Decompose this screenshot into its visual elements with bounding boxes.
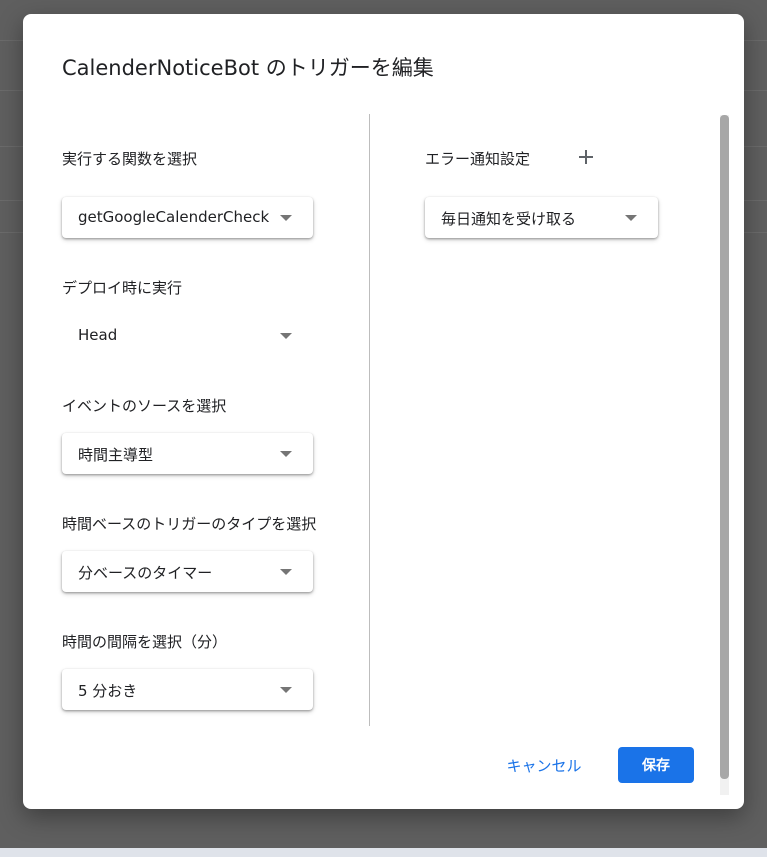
deployment-select-value: Head — [78, 326, 118, 344]
event-source-select[interactable]: 時間主導型 — [62, 433, 313, 474]
trigger-type-select-value: 分ベースのタイマー — [78, 564, 213, 582]
function-select-label: 実行する関数を選択 — [62, 150, 198, 168]
dropdown-arrow-icon — [280, 333, 292, 339]
interval-select-value: 5 分おき — [78, 682, 138, 700]
function-select[interactable]: getGoogleCalenderCheck — [62, 197, 313, 238]
dropdown-arrow-icon — [280, 569, 292, 575]
event-source-select-label: イベントのソースを選択 — [62, 397, 227, 415]
interval-select-label: 時間の間隔を選択（分） — [62, 633, 228, 651]
error-notification-select-value: 毎日通知を受け取る — [441, 210, 577, 228]
cancel-button[interactable]: キャンセル — [493, 747, 595, 783]
save-button[interactable]: 保存 — [618, 747, 694, 783]
deployment-select[interactable]: Head — [62, 315, 313, 356]
edit-trigger-dialog: CalenderNoticeBot のトリガーを編集 実行する関数を選択 get… — [23, 14, 744, 809]
deployment-select-label: デプロイ時に実行 — [62, 279, 183, 297]
dropdown-arrow-icon — [280, 451, 292, 457]
dialog-title: CalenderNoticeBot のトリガーを編集 — [62, 56, 434, 80]
dropdown-arrow-icon — [280, 687, 292, 693]
dropdown-arrow-icon — [280, 215, 292, 221]
dropdown-arrow-icon — [625, 215, 637, 221]
page-bottom-strip — [0, 848, 767, 857]
error-notification-label: エラー通知設定 — [425, 150, 531, 168]
add-notification-plus-icon[interactable] — [577, 148, 595, 166]
interval-select[interactable]: 5 分おき — [62, 669, 313, 710]
dialog-scrollbar[interactable] — [720, 115, 729, 795]
function-select-value: getGoogleCalenderCheck — [78, 208, 270, 226]
event-source-select-value: 時間主導型 — [78, 446, 154, 464]
trigger-type-select-label: 時間ベースのトリガーのタイプを選択 — [62, 515, 317, 533]
error-notification-select[interactable]: 毎日通知を受け取る — [425, 197, 658, 238]
scrollbar-thumb[interactable] — [720, 115, 729, 779]
column-divider — [369, 114, 370, 726]
trigger-type-select[interactable]: 分ベースのタイマー — [62, 551, 313, 592]
